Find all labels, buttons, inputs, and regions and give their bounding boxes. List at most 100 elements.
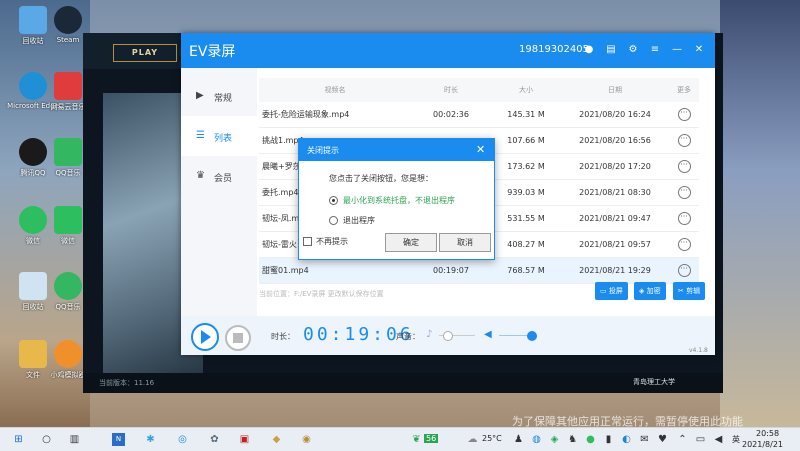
option-minimize-to-tray[interactable]: 最小化到系统托盘，不退出程序 bbox=[329, 195, 455, 206]
table-row[interactable]: 甜蜜01.mp4 00:19:07 768.57 M 2021/08/21 19… bbox=[259, 258, 699, 284]
speaker-icon[interactable]: ◀ bbox=[484, 329, 492, 340]
weather-badge[interactable]: 56 bbox=[424, 434, 439, 443]
list-icon: ☰ bbox=[196, 130, 205, 141]
close-prompt-dialog: 关闭提示 ✕ 您点击了关闭按钮，您是想： 最小化到系统托盘，不退出程序 退出程序… bbox=[298, 138, 495, 260]
save-path-text[interactable]: 当前位置：F:/EV录屏 更改默认保存位置 bbox=[259, 289, 699, 299]
tray-app-icon[interactable]: ♥ bbox=[656, 433, 669, 446]
minimize-icon[interactable]: — bbox=[671, 44, 683, 56]
tray-app-icon[interactable]: ◐ bbox=[620, 433, 633, 446]
ok-button[interactable]: 确定 bbox=[385, 233, 437, 252]
desktop-right-art bbox=[720, 0, 800, 427]
column-header-more: 更多 bbox=[677, 86, 691, 94]
account-phone[interactable]: 19819302405 bbox=[519, 44, 589, 55]
input-language[interactable]: 英 bbox=[732, 434, 740, 445]
temperature[interactable]: 25°C bbox=[482, 434, 502, 443]
scissors-icon: ✂ bbox=[678, 287, 687, 295]
windows-start-icon[interactable]: ⊞ bbox=[12, 433, 25, 446]
volume-label: 声音： bbox=[396, 332, 420, 341]
steam-icon bbox=[54, 6, 82, 34]
clock-date[interactable]: 2021/8/21 bbox=[742, 440, 783, 449]
radio-button[interactable] bbox=[329, 196, 338, 205]
microphone-icon[interactable]: ♪ bbox=[426, 329, 436, 341]
play-button[interactable]: PLAY bbox=[113, 44, 177, 62]
column-header-name[interactable]: 视频名 bbox=[259, 78, 411, 102]
edit-button[interactable]: ✂ 剪辑 bbox=[673, 282, 706, 300]
tray-app-icon[interactable]: ◈ bbox=[548, 433, 561, 446]
dont-show-again-checkbox[interactable]: 不再提示 bbox=[303, 236, 348, 247]
document-icon[interactable]: ▤ bbox=[605, 44, 617, 56]
nk-app-icon[interactable]: N bbox=[112, 433, 125, 446]
dialog-title-bar: 关闭提示 ✕ bbox=[299, 139, 494, 161]
tray-app-icon[interactable]: ♞ bbox=[566, 433, 579, 446]
more-icon[interactable]: ··· bbox=[677, 238, 691, 251]
clock-time[interactable]: 20:58 bbox=[756, 429, 779, 438]
more-icon[interactable]: ··· bbox=[677, 108, 691, 121]
cast-button[interactable]: ▭ 投屏 bbox=[595, 282, 628, 300]
tencent-meeting-icon[interactable]: ✱ bbox=[144, 433, 157, 446]
app-title: EV录屏 bbox=[189, 44, 236, 60]
dialog-question: 您点击了关闭按钮，您是想： bbox=[329, 174, 433, 183]
more-icon[interactable]: ··· bbox=[677, 186, 691, 199]
video-icon: ▶ bbox=[196, 90, 204, 101]
game-version-text: 当前版本：11.16 bbox=[99, 379, 155, 387]
app-version: v4.1.8 bbox=[689, 347, 708, 354]
encrypt-button[interactable]: ◈ 加密 bbox=[634, 282, 666, 300]
leaf-icon: ❦ bbox=[412, 434, 421, 445]
volume-icon[interactable]: ◀ bbox=[712, 433, 725, 446]
column-header-date[interactable]: 日期 bbox=[561, 78, 669, 102]
crown-icon: ♛ bbox=[196, 170, 205, 181]
search-icon[interactable]: ○ bbox=[40, 433, 53, 446]
emulator-icon bbox=[54, 340, 82, 368]
qq-music-icon bbox=[54, 138, 82, 166]
column-header-size[interactable]: 大小 bbox=[491, 78, 561, 102]
close-icon[interactable]: ✕ bbox=[476, 143, 485, 156]
mic-volume-knob[interactable] bbox=[443, 331, 453, 341]
table-header: 视频名 时长 大小 日期 更多 bbox=[259, 78, 699, 102]
cloud-icon: ☁ bbox=[467, 434, 478, 445]
more-icon[interactable]: ··· bbox=[677, 134, 691, 147]
game-launcher-header: PLAY bbox=[83, 33, 183, 69]
more-icon[interactable]: ··· bbox=[677, 160, 691, 173]
record-dot-icon[interactable]: ● bbox=[583, 44, 595, 56]
more-icon[interactable]: ··· bbox=[677, 264, 691, 277]
table-row[interactable]: 委托-危险运输现象.mp4 00:02:36 145.31 M 2021/08/… bbox=[259, 102, 699, 128]
task-view-icon[interactable]: ▥ bbox=[68, 433, 81, 446]
duration-label: 时长： bbox=[271, 332, 295, 341]
more-icon[interactable]: ··· bbox=[677, 212, 691, 225]
column-header-duration[interactable]: 时长 bbox=[411, 78, 491, 102]
tray-app-icon[interactable]: ● bbox=[584, 433, 597, 446]
qq-music-icon bbox=[54, 272, 82, 300]
lol-game-icon[interactable]: ◉ bbox=[300, 433, 313, 446]
sidebar-item-general[interactable]: ▶ 常规 bbox=[181, 76, 257, 116]
netease-music-icon bbox=[54, 72, 82, 100]
tray-app-icon[interactable]: ◍ bbox=[530, 433, 543, 446]
menu-icon[interactable]: ≡ bbox=[649, 44, 661, 56]
close-icon[interactable]: ✕ bbox=[693, 44, 705, 56]
sidebar-item-list[interactable]: ☰ 列表 bbox=[181, 116, 257, 156]
checkbox-box[interactable] bbox=[303, 237, 312, 246]
recording-bar: 时长： 00:19:06 声音： ♪ ◀ v4.1.8 bbox=[181, 316, 715, 355]
record-button[interactable] bbox=[191, 323, 219, 351]
title-bar: EV录屏 19819302405 ● ▤ ⚙ ≡ — ✕ bbox=[181, 33, 715, 68]
game-school-text: 青岛理工大学 bbox=[633, 378, 675, 386]
edge-icon[interactable]: ◎ bbox=[176, 433, 189, 446]
wechat-icon bbox=[54, 206, 82, 234]
lol-client-icon[interactable]: ◆ bbox=[270, 433, 283, 446]
taskbar: ⊞ ○ ▥ N ✱ ◎ ✿ ▣ ◆ ◉ ❦ 56 ☁ 25°C ♟ ◍ ◈ ♞ … bbox=[0, 427, 800, 451]
tray-app-icon[interactable]: ✉ bbox=[638, 433, 651, 446]
video-app-icon[interactable]: ▣ bbox=[238, 433, 251, 446]
sidebar-item-member[interactable]: ♛ 会员 bbox=[181, 156, 257, 196]
option-exit-program[interactable]: 退出程序 bbox=[329, 215, 375, 226]
tray-app-icon[interactable]: ▮ bbox=[602, 433, 615, 446]
tray-app-icon[interactable]: ♟ bbox=[512, 433, 525, 446]
game-footer: 当前版本：11.16 青岛理工大学 bbox=[83, 373, 723, 393]
cancel-button[interactable]: 取消 bbox=[439, 233, 491, 252]
app-icon[interactable]: ✿ bbox=[208, 433, 221, 446]
chevron-up-icon[interactable]: ⌃ bbox=[676, 433, 689, 446]
system-volume-knob[interactable] bbox=[527, 331, 537, 341]
gear-icon[interactable]: ⚙ bbox=[627, 44, 639, 56]
stop-button[interactable] bbox=[225, 325, 251, 351]
dialog-title: 关闭提示 bbox=[307, 146, 339, 155]
radio-button[interactable] bbox=[329, 216, 338, 225]
network-icon[interactable]: ▭ bbox=[694, 433, 707, 446]
